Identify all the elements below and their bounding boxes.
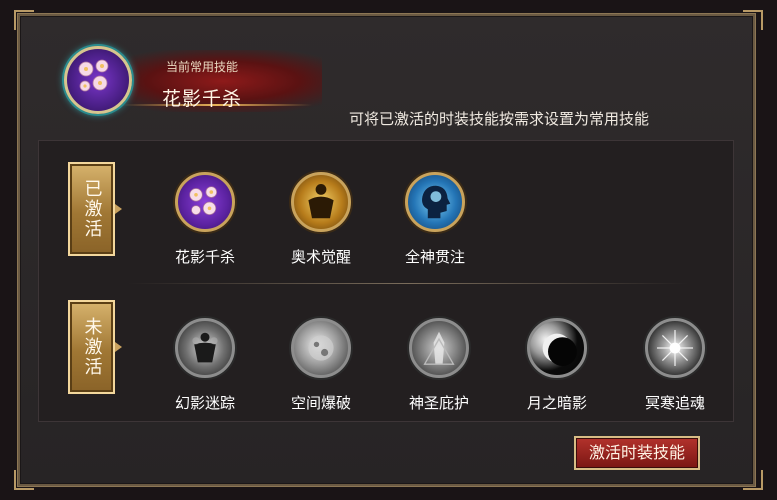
moon-shadow-icon xyxy=(527,318,587,378)
panel-corner-ornament xyxy=(743,470,763,490)
skill-item-quan-shen-guan-zhu[interactable]: 全神贯注 xyxy=(390,172,480,267)
inactive-section-tag: 未激活 xyxy=(68,300,122,394)
skill-item-yue-zhi-an-ying[interactable]: 月之暗影 xyxy=(512,318,602,413)
skill-name: 神圣庇护 xyxy=(408,394,469,412)
skill-name: 奥术觉醒 xyxy=(290,248,351,266)
space-blast-icon xyxy=(291,318,351,378)
cherry-blossom-icon xyxy=(175,172,235,232)
activate-skill-button[interactable]: 激活时装技能 xyxy=(574,436,700,470)
skill-item-huan-ying-mi-zong[interactable]: 幻影迷踪 xyxy=(160,318,250,413)
skill-item-hua-ying-qian-sha[interactable]: 花影千杀 xyxy=(160,172,250,267)
holy-guard-icon xyxy=(409,318,469,378)
skill-item-ao-shu-jue-xing[interactable]: 奥术觉醒 xyxy=(276,172,366,267)
skill-name: 空间爆破 xyxy=(290,394,351,412)
golden-body-icon xyxy=(291,172,351,232)
active-section-tag: 已激活 xyxy=(68,162,122,256)
focus-head-icon xyxy=(405,172,465,232)
panel-corner-ornament xyxy=(14,10,34,30)
skill-item-ming-han-zhui-hun[interactable]: 冥寒追魂 xyxy=(630,318,720,413)
skill-item-kong-jian-bao-po[interactable]: 空间爆破 xyxy=(276,318,366,413)
skill-name: 月之暗影 xyxy=(526,394,587,412)
instruction-text: 可将已激活的时装技能按需求设置为常用技能 xyxy=(349,110,650,128)
frost-soul-icon xyxy=(645,318,705,378)
current-skill-label: 当前常用技能 xyxy=(166,60,239,74)
phantom-icon xyxy=(175,318,235,378)
panel-corner-ornament xyxy=(743,10,763,30)
skill-name: 全神贯注 xyxy=(404,248,465,266)
cherry-blossom-icon[interactable] xyxy=(64,46,132,114)
skill-name: 幻影迷踪 xyxy=(174,394,235,412)
skill-name: 花影千杀 xyxy=(174,248,235,266)
current-skill-name: 花影千杀 xyxy=(162,88,243,110)
panel-corner-ornament xyxy=(14,470,34,490)
skill-name: 冥寒追魂 xyxy=(644,394,705,412)
skill-item-shen-sheng-bi-hu[interactable]: 神圣庇护 xyxy=(394,318,484,413)
section-divider xyxy=(128,283,688,284)
